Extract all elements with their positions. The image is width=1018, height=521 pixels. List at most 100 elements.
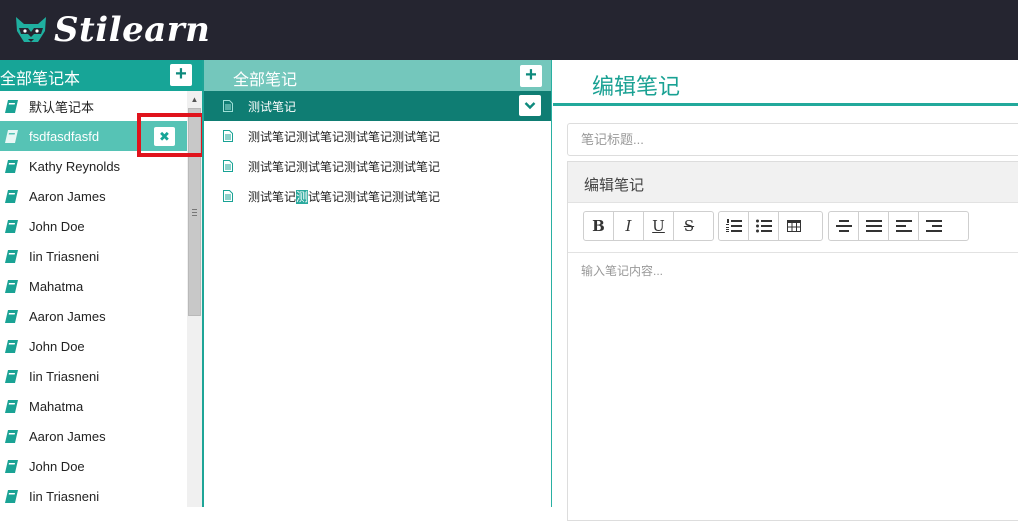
notebook-item[interactable]: Aaron James	[0, 421, 187, 451]
note-content-input[interactable]: 输入笔记内容...	[581, 262, 663, 279]
note-item-label: 测试笔记测试笔记测试笔记测试笔记	[248, 159, 441, 174]
notebook-item-label: Iin Triasneni	[29, 488, 100, 504]
note-item[interactable]: 测试笔记测试笔记测试笔记测试笔记	[204, 121, 551, 151]
ordered-list-button[interactable]	[719, 212, 749, 240]
align-center-button[interactable]	[829, 212, 859, 240]
notebook-item[interactable]: Aaron James	[0, 301, 187, 331]
notebook-item-label: Kathy Reynolds	[29, 158, 121, 174]
bold-button[interactable]: B	[584, 212, 614, 240]
text-selection-highlight: 测	[296, 189, 309, 204]
align-justify-button[interactable]	[859, 212, 889, 240]
notebook-item-label: Mahatma	[29, 398, 84, 414]
notebook-item-label: Mahatma	[29, 278, 84, 294]
notebook-item-label: John Doe	[29, 338, 85, 354]
document-icon	[223, 100, 233, 112]
underline-button[interactable]: U	[644, 212, 674, 240]
align-right-button[interactable]	[919, 212, 949, 240]
notebook-item-label: Aaron James	[29, 428, 106, 444]
note-title-input[interactable]: 笔记标题...	[567, 123, 1018, 156]
list-group	[718, 211, 823, 241]
editor-panel: 编辑笔记 笔记标题... 编辑笔记 B I U S 输入笔记内容...	[553, 60, 1018, 521]
editor-box-header: 编辑笔记	[568, 162, 1018, 203]
scroll-up-arrow-icon[interactable]: ▲	[187, 91, 202, 108]
text-style-group: B I U S	[583, 211, 714, 241]
note-label-post: 试笔记测试笔记测试笔记	[308, 189, 441, 204]
book-icon	[5, 459, 18, 473]
notebook-item[interactable]: Aaron James	[0, 181, 187, 211]
ordered-list-icon	[725, 219, 742, 232]
note-item-label: 测试笔记测试笔记测试笔记测试笔记	[248, 129, 441, 144]
book-icon	[5, 189, 18, 203]
plus-icon: +	[175, 63, 187, 85]
app-logo-text: Stilearn	[54, 10, 211, 50]
book-icon	[5, 249, 18, 263]
note-panel: 全部笔记 + 测试笔记 测试笔记测试笔记测试笔记测试笔记 测试笔记测试笔记测试笔记测…	[202, 60, 552, 507]
editor-heading: 编辑笔记	[592, 74, 681, 99]
align-left-button[interactable]	[889, 212, 919, 240]
book-icon	[5, 399, 18, 413]
note-panel-title: 全部笔记	[233, 72, 298, 89]
notebook-panel-title: 全部笔记本	[0, 71, 81, 88]
notebook-item[interactable]: John Doe	[0, 331, 187, 361]
book-icon	[5, 339, 18, 353]
notebook-item-label: Aaron James	[29, 188, 106, 204]
editor-box: 编辑笔记 B I U S 输入笔记内容...	[567, 161, 1018, 521]
notebook-item-label: John Doe	[29, 218, 85, 234]
app-logo[interactable]: Stilearn	[14, 10, 210, 50]
note-item[interactable]: 测试笔记测试笔记测试笔记测试笔记	[204, 181, 551, 211]
note-item-label: 测试笔记	[248, 99, 297, 114]
note-item[interactable]: 测试笔记	[204, 91, 551, 121]
notebook-panel: 全部笔记本 + 默认笔记本 fsdfasdfasfd ✖ Kathy Reynolds…	[0, 60, 205, 507]
notebook-item-label: John Doe	[29, 458, 85, 474]
notebook-panel-header: 全部笔记本 +	[0, 60, 202, 91]
note-options-button[interactable]	[519, 95, 541, 116]
document-icon	[223, 130, 233, 142]
notebook-item[interactable]: Iin Triasneni	[0, 241, 187, 271]
notebook-item-label: Aaron James	[29, 308, 106, 324]
note-item[interactable]: 测试笔记测试笔记测试笔记测试笔记	[204, 151, 551, 181]
app-header: Stilearn	[0, 0, 1018, 60]
plus-icon: +	[525, 64, 537, 86]
book-icon	[5, 429, 18, 443]
add-notebook-button[interactable]: +	[170, 64, 192, 86]
notebook-item[interactable]: John Doe	[0, 451, 187, 481]
note-label-pre: 测试笔记	[248, 189, 297, 204]
notebook-item-label: Iin Triasneni	[29, 248, 100, 264]
note-panel-header: 全部笔记 +	[204, 60, 551, 91]
notebook-item[interactable]: Mahatma	[0, 391, 187, 421]
book-icon	[5, 279, 18, 293]
highlight-annotation-box	[137, 113, 205, 157]
notebook-item-label: fsdfasdfasfd	[29, 128, 100, 144]
align-center-icon	[835, 220, 852, 232]
table-button[interactable]	[779, 212, 809, 240]
notebook-item[interactable]: Iin Triasneni	[0, 481, 187, 507]
toolbar-divider	[568, 252, 1018, 253]
notebook-item-label: 默认笔记本	[29, 99, 95, 115]
notebook-item-label: Iin Triasneni	[29, 368, 100, 384]
note-item-label: 测试笔记测试笔记测试笔记测试笔记	[248, 188, 440, 205]
document-icon	[223, 160, 233, 172]
book-icon	[5, 369, 18, 383]
book-icon	[5, 99, 18, 113]
italic-button[interactable]: I	[614, 212, 644, 240]
notebook-item[interactable]: Iin Triasneni	[0, 361, 187, 391]
unordered-list-button[interactable]	[749, 212, 779, 240]
book-icon	[5, 129, 18, 143]
book-icon	[5, 309, 18, 323]
document-icon	[223, 190, 233, 202]
chevron-down-icon	[524, 102, 536, 110]
book-icon	[5, 159, 18, 173]
notebook-item[interactable]: Mahatma	[0, 271, 187, 301]
align-justify-icon	[865, 220, 882, 232]
editor-box-title: 编辑笔记	[584, 177, 645, 194]
alignment-group	[828, 211, 969, 241]
add-note-button[interactable]: +	[520, 65, 542, 87]
raccoon-icon	[16, 17, 46, 42]
book-icon	[5, 219, 18, 233]
unordered-list-icon	[755, 219, 772, 233]
book-icon	[5, 489, 18, 503]
align-right-icon	[926, 220, 942, 232]
strikethrough-button[interactable]: S	[674, 212, 704, 240]
notebook-item[interactable]: John Doe	[0, 211, 187, 241]
table-icon	[787, 220, 801, 232]
